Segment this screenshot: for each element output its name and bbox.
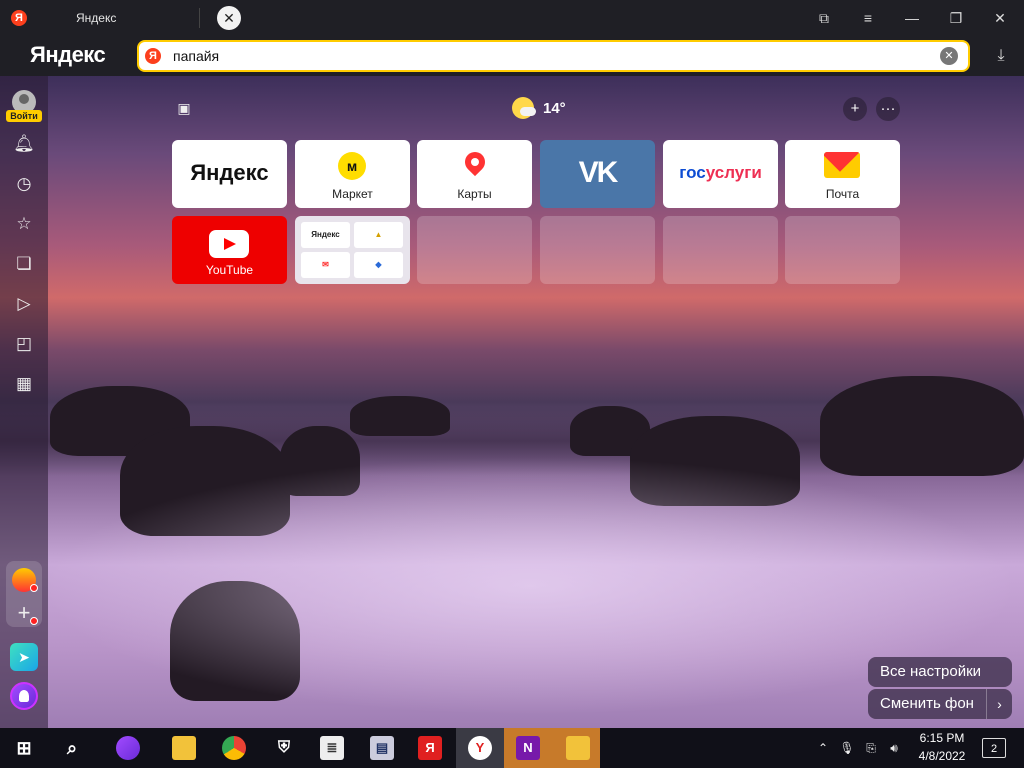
downloads-button[interactable]: ⤓ xyxy=(990,44,1012,68)
close-tab-button[interactable]: ✕ xyxy=(217,6,241,30)
tile-mail[interactable]: Почта xyxy=(785,140,900,208)
youtube-play-icon xyxy=(209,230,249,258)
clear-input-button[interactable]: ✕ xyxy=(940,47,958,65)
change-background-button[interactable]: Сменить фон › xyxy=(868,689,1012,719)
tile-label: Маркет xyxy=(332,187,373,201)
apps-grid-icon[interactable]: ▦ xyxy=(12,372,36,396)
tile-yandex[interactable]: Яндекс xyxy=(172,140,287,208)
alice-taskbar-icon[interactable] xyxy=(116,736,140,760)
mail-envelope-icon xyxy=(824,152,860,178)
weather-icon[interactable] xyxy=(512,97,536,119)
tab-separator xyxy=(199,8,200,28)
empty-tile-slot[interactable] xyxy=(785,216,900,284)
gosuslugi-logo-left: гос xyxy=(679,163,706,182)
alice-assistant-icon[interactable] xyxy=(10,682,38,710)
empty-tile-slot[interactable] xyxy=(417,216,532,284)
market-icon: м xyxy=(338,152,366,180)
address-bar-row: Яндекс Я ✕ ⤓ xyxy=(0,36,1024,76)
notification-dot xyxy=(30,617,38,625)
chevron-up-icon[interactable]: ⌃ xyxy=(815,740,831,756)
tile-youtube[interactable]: YouTube xyxy=(172,216,287,284)
send-app-icon[interactable]: ➤ xyxy=(10,643,38,671)
onenote-icon[interactable]: N xyxy=(516,736,540,760)
collections-button[interactable]: ⧉ xyxy=(809,6,839,30)
news-app-icon[interactable]: ≣ xyxy=(320,736,344,760)
tile-vk[interactable]: VK xyxy=(540,140,655,208)
yandex-taskbar-icon[interactable]: Я xyxy=(418,736,442,760)
tile-market[interactable]: м Маркет xyxy=(295,140,410,208)
tile-label: Карты xyxy=(457,187,492,201)
security-shield-icon[interactable]: ⛨ xyxy=(272,736,296,760)
map-pin-icon xyxy=(460,147,490,177)
empty-tile-slot[interactable] xyxy=(540,216,655,284)
omnibox[interactable]: Я ✕ xyxy=(137,40,970,72)
windows-start-icon[interactable]: ⊞ xyxy=(12,736,36,760)
login-button[interactable]: Войти xyxy=(6,110,42,122)
tile-folder[interactable]: Яндекс ▲ ✉ ◆ xyxy=(295,216,410,284)
yandex-logo[interactable]: Яндекс xyxy=(30,42,106,68)
chrome-icon[interactable] xyxy=(222,736,246,760)
collections-icon[interactable]: ❏ xyxy=(12,252,36,276)
files-app-icon[interactable] xyxy=(566,736,590,760)
tab-title[interactable]: Яндекс xyxy=(76,11,116,25)
camera-icon[interactable]: ◰ xyxy=(12,332,36,356)
search-icon[interactable]: ⌕ xyxy=(60,736,84,760)
clock-time[interactable]: 6:15 PM xyxy=(917,731,967,745)
tile-gosuslugi[interactable]: госуслуги xyxy=(663,140,778,208)
add-tile-button[interactable]: + xyxy=(843,97,867,121)
all-settings-button[interactable]: Все настройки xyxy=(868,657,1012,687)
minimize-button[interactable]: — xyxy=(897,6,927,30)
network-app-icon[interactable]: ▤ xyxy=(370,736,394,760)
play-icon[interactable]: ▷ xyxy=(12,292,36,316)
folder-mini-tile: ◆ xyxy=(354,252,403,278)
microphone-icon[interactable]: 🎙︎ xyxy=(839,740,855,756)
chevron-right-icon[interactable]: › xyxy=(986,689,1012,719)
close-window-button[interactable]: ✕ xyxy=(985,6,1015,30)
gosuslugi-logo: госуслуги xyxy=(663,163,778,183)
change-background-label: Сменить фон xyxy=(880,695,974,712)
panel-toggle-icon[interactable]: ▣ xyxy=(174,98,194,118)
folder-mail-mini: ✉ xyxy=(301,252,350,278)
yandex-tile-logo: Яндекс xyxy=(190,160,269,185)
more-options-button[interactable]: ··· xyxy=(876,97,900,121)
history-icon[interactable]: ◷ xyxy=(12,172,36,196)
menu-button[interactable]: ≡ xyxy=(853,6,883,30)
gosuslugi-logo-right: услуги xyxy=(705,163,762,182)
restore-button[interactable]: ❐ xyxy=(941,6,971,30)
folder-yandex-mini: Яндекс xyxy=(301,222,350,248)
weather-temperature[interactable]: 14° xyxy=(543,100,566,117)
network-icon[interactable]: ⎘ xyxy=(863,740,879,756)
notifications-button[interactable]: 2 xyxy=(982,738,1006,758)
empty-tile-slot[interactable] xyxy=(663,216,778,284)
file-explorer-icon[interactable] xyxy=(172,736,196,760)
notification-dot xyxy=(30,584,38,592)
star-icon[interactable]: ☆ xyxy=(12,212,36,236)
search-input[interactable] xyxy=(173,46,913,66)
volume-icon[interactable]: 🔊︎ xyxy=(886,740,902,756)
tile-maps[interactable]: Карты xyxy=(417,140,532,208)
yandex-browser-icon[interactable]: Y xyxy=(468,736,492,760)
tab-favicon-icon: Я xyxy=(11,10,27,26)
sidebar: Войти 🔔︎ ◷ ☆ ❏ ▷ ◰ ▦ + ➤ xyxy=(0,76,48,728)
tile-label: Почта xyxy=(825,187,860,201)
mountain-peak xyxy=(350,396,450,436)
clock-date[interactable]: 4/8/2022 xyxy=(912,749,972,763)
bell-icon[interactable]: 🔔︎ xyxy=(12,132,36,156)
tile-label: YouTube xyxy=(205,263,254,277)
folder-mini-tile: ▲ xyxy=(354,222,403,248)
yandex-search-icon: Я xyxy=(145,48,161,64)
title-bar: Я Яндекс ✕ ⧉ ≡ — ❐ ✕ xyxy=(0,0,1024,36)
taskbar: ⊞ ⌕ ⛨ ≣ ▤ Я Y N ⌃ 🎙︎ ⎘ 🔊︎ 6:15 PM 4/8/20… xyxy=(0,728,1024,768)
vk-logo-icon: VK xyxy=(578,156,619,189)
